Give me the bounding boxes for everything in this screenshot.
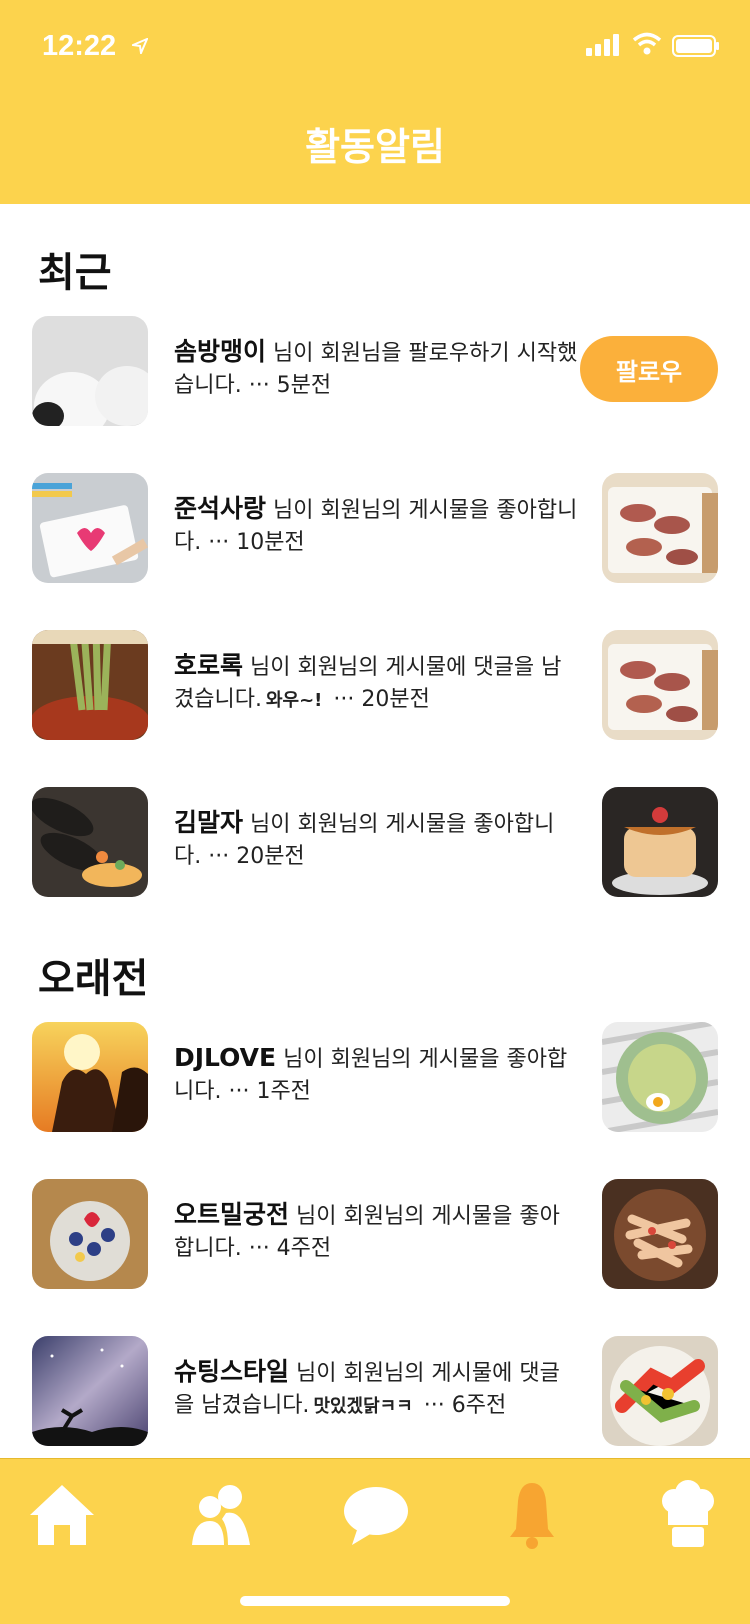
notification-row[interactable]: DJLOVE 님이 회원님의 게시물을 좋아합니다. ··· 1주전 xyxy=(0,1022,750,1134)
bell-icon xyxy=(510,1483,554,1549)
username[interactable]: 호로록 xyxy=(174,651,243,680)
username[interactable]: DJLOVE xyxy=(174,1043,276,1072)
post-thumbnail[interactable] xyxy=(602,787,718,897)
section-title-recent: 최근 xyxy=(38,250,112,296)
username[interactable]: 솜방맹이 xyxy=(174,337,266,366)
user-avatar[interactable] xyxy=(32,473,148,583)
time-ago: ··· 20분전 xyxy=(326,687,430,712)
post-thumbnail[interactable] xyxy=(602,473,718,583)
time-ago: ··· 1주전 xyxy=(221,1079,311,1104)
comment-text: 와우~! xyxy=(265,690,323,711)
notification-row[interactable]: 솜방맹이 님이 회원님을 팔로우하기 시작했습니다. ··· 5분전 팔로우 xyxy=(0,316,750,428)
header: 12:22 활동알림 xyxy=(0,0,750,204)
time-ago: ··· 6주전 xyxy=(416,1393,507,1418)
notification-row[interactable]: 슈팅스타일 님이 회원님의 게시물에 댓글을 남겼습니다. 맛있겠닭ㅋㅋ ··· … xyxy=(0,1336,750,1448)
notification-text: 호로록 님이 회원님의 게시물에 댓글을 남겼습니다. 와우~! ··· 20분전 xyxy=(174,650,580,717)
page-title: 활동알림 xyxy=(305,125,445,169)
user-avatar[interactable] xyxy=(32,630,148,740)
user-avatar[interactable] xyxy=(32,1179,148,1289)
home-icon xyxy=(30,1485,94,1545)
comment-text: 맛있겠닭ㅋㅋ xyxy=(313,1396,413,1417)
notification-row[interactable]: 오트밀궁전 님이 회원님의 게시물을 좋아합니다. ··· 4주전 xyxy=(0,1179,750,1291)
user-avatar[interactable] xyxy=(32,1022,148,1132)
tab-profile[interactable] xyxy=(652,1479,724,1551)
notification-text: 솜방맹이 님이 회원님을 팔로우하기 시작했습니다. ··· 5분전 xyxy=(174,336,580,402)
username[interactable]: 오트밀궁전 xyxy=(174,1200,289,1229)
notification-row[interactable]: 호로록 님이 회원님의 게시물에 댓글을 남겼습니다. 와우~! ··· 20분전 xyxy=(0,630,750,742)
post-thumbnail[interactable] xyxy=(602,1179,718,1289)
time-ago: ··· 4주전 xyxy=(241,1236,332,1261)
tab-home[interactable] xyxy=(26,1479,98,1551)
notification-text: 김말자 님이 회원님의 게시물을 좋아합니다. ··· 20분전 xyxy=(174,807,580,873)
chat-icon xyxy=(344,1487,408,1545)
signal-icon xyxy=(586,34,619,56)
chef-icon xyxy=(662,1480,714,1547)
friends-icon xyxy=(192,1485,250,1545)
notification-text: 슈팅스타일 님이 회원님의 게시물에 댓글을 남겼습니다. 맛있겠닭ㅋㅋ ··· … xyxy=(174,1356,580,1423)
username[interactable]: 김말자 xyxy=(174,808,243,837)
notification-row[interactable]: 준석사랑 님이 회원님의 게시물을 좋아합니다. ··· 10분전 xyxy=(0,473,750,585)
username[interactable]: 준석사랑 xyxy=(174,494,266,523)
tab-chat[interactable] xyxy=(340,1479,412,1551)
time-ago: ··· 20분전 xyxy=(201,844,305,869)
user-avatar[interactable] xyxy=(32,1336,148,1446)
post-thumbnail[interactable] xyxy=(602,1336,718,1446)
username[interactable]: 슈팅스타일 xyxy=(174,1357,289,1386)
section-title-older: 오래전 xyxy=(38,956,149,1002)
notification-text: DJLOVE 님이 회원님의 게시물을 좋아합니다. ··· 1주전 xyxy=(174,1042,580,1108)
home-indicator xyxy=(240,1596,510,1606)
status-time: 12:22 xyxy=(42,30,117,62)
battery-icon xyxy=(672,35,719,57)
notification-text: 준석사랑 님이 회원님의 게시물을 좋아합니다. ··· 10분전 xyxy=(174,493,580,559)
post-thumbnail[interactable] xyxy=(602,1022,718,1132)
notification-row[interactable]: 김말자 님이 회원님의 게시물을 좋아합니다. ··· 20분전 xyxy=(0,787,750,899)
user-avatar[interactable] xyxy=(32,787,148,897)
post-thumbnail[interactable] xyxy=(602,630,718,740)
notification-text: 오트밀궁전 님이 회원님의 게시물을 좋아합니다. ··· 4주전 xyxy=(174,1199,580,1265)
location-arrow-icon xyxy=(132,38,148,54)
follow-button[interactable]: 팔로우 xyxy=(580,336,718,402)
user-avatar[interactable] xyxy=(32,316,148,426)
tab-notifications[interactable] xyxy=(496,1479,568,1551)
time-ago: ··· 5분전 xyxy=(241,373,332,398)
time-ago: ··· 10분전 xyxy=(201,530,305,555)
wifi-icon xyxy=(632,32,662,55)
tab-friends[interactable] xyxy=(184,1479,256,1551)
